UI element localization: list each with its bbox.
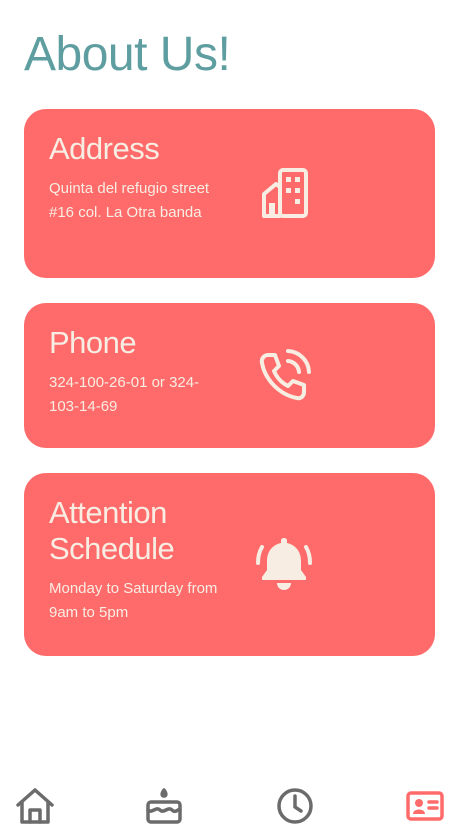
page-title-part2: Us! xyxy=(159,28,231,81)
phone-ringing-icon xyxy=(254,345,314,405)
bottom-navigation xyxy=(0,776,459,840)
schedule-card: Attention Schedule Monday to Saturday fr… xyxy=(24,473,435,656)
clock-icon xyxy=(275,786,315,826)
address-card-title: Address xyxy=(49,131,160,166)
home-icon xyxy=(15,786,55,826)
schedule-card-body: Monday to Saturday from 9am to 5pm xyxy=(49,580,218,621)
nav-schedule[interactable] xyxy=(273,784,317,828)
page-title: About Us! xyxy=(24,26,231,84)
address-card: Address Quinta del refugio street #16 co… xyxy=(24,109,435,278)
schedule-card-title: Attention Schedule xyxy=(49,495,175,566)
phone-card-body: 324-100-26-01 or 324-103-14-69 xyxy=(49,374,200,415)
cake-icon xyxy=(144,786,184,826)
page-title-part1: About xyxy=(24,28,160,81)
contact-card-icon xyxy=(405,786,445,826)
nav-birthday[interactable] xyxy=(142,784,186,828)
nav-home[interactable] xyxy=(13,784,57,828)
building-icon xyxy=(256,164,316,224)
phone-card-title: Phone xyxy=(49,325,137,360)
nav-about-us[interactable] xyxy=(403,784,447,828)
phone-card: Phone 324-100-26-01 or 324-103-14-69 xyxy=(24,303,435,448)
address-card-body: Quinta del refugio street #16 col. La Ot… xyxy=(49,180,210,221)
bell-icon xyxy=(254,533,314,593)
